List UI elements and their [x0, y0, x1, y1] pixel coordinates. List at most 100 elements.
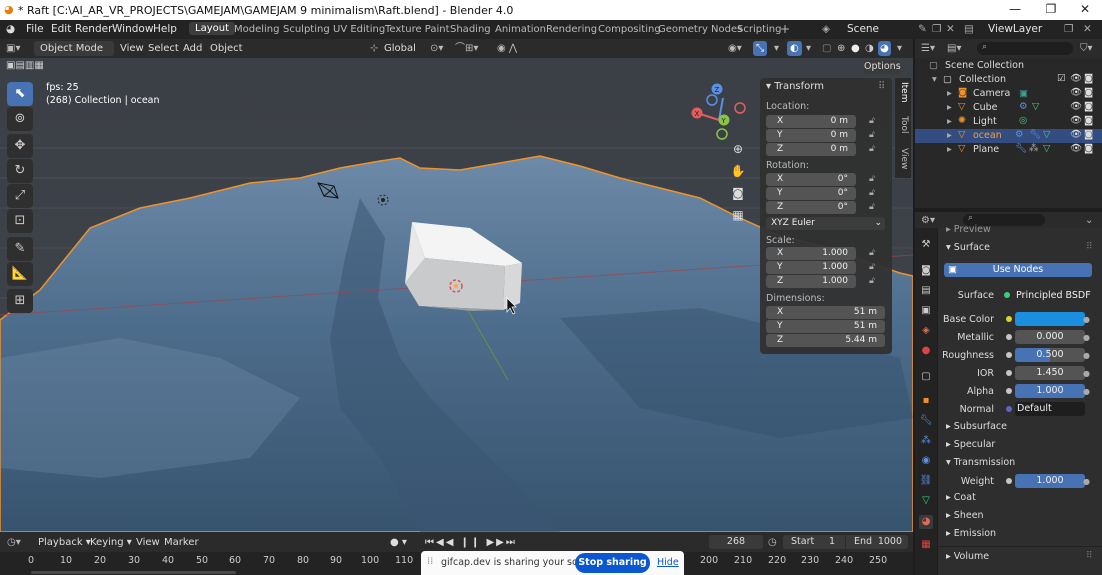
menu-help[interactable]: Help	[153, 23, 177, 35]
timeline-scrollbar[interactable]	[31, 571, 236, 574]
surface-shader-dropdown[interactable]: Principled BSDF	[1016, 290, 1091, 301]
scale-y-field[interactable]: Y 1.000	[766, 261, 856, 274]
outliner-collection[interactable]: ▾ ▢ Collection ☑ 👁︎ ◙	[915, 73, 1102, 87]
camera-render-icon[interactable]: ◙	[1084, 129, 1093, 140]
lock-icon[interactable]: 🔓︎	[869, 174, 875, 184]
overlay-dropdown-icon[interactable]: ▾	[806, 41, 811, 56]
eye-icon[interactable]: 👁︎	[1070, 143, 1082, 154]
scale-tool-icon[interactable]: ⤢	[7, 184, 33, 208]
mode-dropdown[interactable]: Object Mode	[34, 41, 114, 56]
cursor-tool-icon[interactable]: ⊚	[7, 107, 33, 131]
eye-icon[interactable]: 👁︎	[1070, 87, 1082, 98]
normal-field[interactable]: Default	[1015, 402, 1085, 416]
dimensions-y-field[interactable]: Y 51 m	[766, 320, 885, 333]
metallic-field[interactable]: 0.000	[1015, 330, 1085, 344]
tab-compositing[interactable]: Compositing	[598, 24, 661, 35]
render-properties-icon[interactable]: ◙	[919, 264, 933, 278]
tab-item[interactable]: Item	[897, 82, 909, 103]
surface-section-header[interactable]: ▾ Surface	[946, 242, 990, 253]
xray-icon[interactable]: ▢	[822, 41, 831, 56]
menu-keying[interactable]: Keying ▾	[90, 535, 132, 550]
menu-render[interactable]: Render	[75, 23, 112, 35]
move-tool-icon[interactable]: ✥	[7, 134, 33, 158]
eye-icon[interactable]: 👁︎	[1070, 129, 1082, 140]
keyframe-dot-icon[interactable]: ●	[1083, 387, 1090, 396]
rotation-x-field[interactable]: X 0°	[766, 173, 856, 186]
rotation-mode-dropdown[interactable]: XYZ Euler ⌄	[766, 217, 885, 230]
tab-rendering[interactable]: Rendering	[546, 24, 597, 35]
data-properties-icon[interactable]: ▽	[919, 494, 933, 508]
minimize-button[interactable]: —	[1000, 2, 1030, 18]
outliner-search-input[interactable]: ⌕	[977, 42, 1073, 55]
material-properties-icon[interactable]: ◕	[919, 515, 933, 529]
keyframe-dot-icon[interactable]: ●	[1083, 477, 1090, 486]
alpha-field[interactable]: 1.000	[1015, 384, 1085, 398]
rotation-y-field[interactable]: Y 0°	[766, 187, 856, 200]
new-viewlayer-icon[interactable]: ❐	[1064, 23, 1073, 35]
ior-field[interactable]: 1.450	[1015, 366, 1085, 380]
menu-edit[interactable]: Edit	[51, 23, 71, 35]
perspective-grid-icon[interactable]: ▦	[728, 208, 748, 222]
scene-name[interactable]: Scene	[847, 23, 879, 35]
outliner-item-light[interactable]: ▸ ✺ Light ◎ 👁︎ ◙	[915, 115, 1102, 129]
menu-window[interactable]: Window	[112, 23, 153, 35]
lock-icon[interactable]: 🔓︎	[869, 262, 875, 272]
menu-view[interactable]: View	[136, 535, 160, 550]
keyframe-dot-icon[interactable]: ●	[1083, 351, 1090, 360]
location-z-field[interactable]: Z 0 m	[766, 143, 856, 156]
lock-icon[interactable]: 🔓︎	[869, 116, 875, 126]
selection-mode-icons[interactable]: ▣▤▥▦	[6, 60, 74, 74]
clock-icon[interactable]: ◷	[768, 535, 777, 550]
outliner-item-plane[interactable]: ▸ ▽ Plane 🔧︎ ⁂ ▽ 👁︎ ◙	[915, 143, 1102, 157]
transform-panel-title[interactable]: ▾ Transform	[766, 81, 824, 92]
object-properties-icon[interactable]: ▪	[919, 394, 933, 408]
output-properties-icon[interactable]: ▤	[919, 284, 933, 298]
location-x-field[interactable]: X 0 m	[766, 115, 856, 128]
physics-properties-icon[interactable]: ◉	[919, 454, 933, 468]
outliner-editor-type-icon[interactable]: ☰▾	[921, 41, 935, 56]
panel-grip-icon[interactable]: ⠿	[1086, 242, 1093, 252]
timeline-editor-type-icon[interactable]: ◷▾	[7, 535, 21, 550]
material-shading-icon[interactable]: ◑	[865, 41, 874, 56]
tab-modeling[interactable]: Modeling	[234, 24, 280, 35]
navigation-gizmo[interactable]: X Z Y	[690, 82, 750, 142]
properties-editor-type-icon[interactable]: ⚙▾	[921, 213, 935, 228]
collection-properties-icon[interactable]: ▢	[919, 370, 933, 384]
gizmo-toggle-icon[interactable]: ⤡	[753, 41, 767, 56]
use-nodes-button[interactable]: ▣ Use Nodes	[944, 263, 1092, 277]
new-scene-icon[interactable]: ❐	[932, 23, 941, 35]
lock-icon[interactable]: 🔓︎	[869, 202, 875, 212]
zoom-icon[interactable]: ⊕	[728, 142, 748, 156]
display-mode-icon[interactable]: ▤▾	[947, 41, 961, 56]
tab-geometry-nodes[interactable]: Geometry Nodes	[658, 24, 742, 35]
constraints-properties-icon[interactable]: ⛓︎	[919, 474, 933, 488]
menu-file[interactable]: File	[26, 23, 44, 35]
add-workspace-icon[interactable]: +	[780, 22, 790, 36]
gizmo-dropdown-icon[interactable]: ▾	[774, 41, 779, 56]
scene-properties-icon[interactable]: ◈	[919, 324, 933, 338]
start-frame-field[interactable]: Start 1	[783, 535, 845, 549]
proportional-edit-icon[interactable]: ◉ ⋀	[497, 41, 517, 56]
tab-shading[interactable]: Shading	[450, 24, 491, 35]
camera-render-icon[interactable]: ◙	[1084, 87, 1093, 98]
chevron-down-icon[interactable]: ⌄	[1085, 213, 1093, 228]
location-y-field[interactable]: Y 0 m	[766, 129, 856, 142]
volume-section[interactable]: ▸ Volume	[946, 551, 989, 562]
tab-texture-paint[interactable]: Texture Paint	[385, 24, 450, 35]
lock-icon[interactable]: 🔓︎	[869, 276, 875, 286]
outliner-item-camera[interactable]: ▸ ◙ Camera ▣ 👁︎ ◙	[915, 87, 1102, 101]
tab-sculpting[interactable]: Sculpting	[283, 24, 330, 35]
shading-dropdown-icon[interactable]: ▾	[897, 41, 902, 56]
panel-grip-icon[interactable]: ⠿	[878, 81, 885, 92]
end-frame-field[interactable]: End 1000	[846, 535, 908, 549]
outliner-scene-collection[interactable]: ▢ Scene Collection	[915, 59, 1102, 73]
base-color-swatch[interactable]	[1015, 312, 1085, 326]
pivot-icon[interactable]: ⊙▾	[430, 41, 443, 56]
tab-layout[interactable]: Layout	[189, 22, 235, 35]
rotate-tool-icon[interactable]: ↻	[7, 159, 33, 183]
close-button[interactable]: ✕	[1070, 2, 1100, 18]
options-button[interactable]: Options	[864, 60, 901, 74]
editor-type-icon[interactable]: ▣▾	[6, 41, 20, 56]
rendered-shading-icon[interactable]: ◕	[878, 41, 891, 56]
drag-handle-icon[interactable]: ⁞⁞	[427, 556, 433, 567]
